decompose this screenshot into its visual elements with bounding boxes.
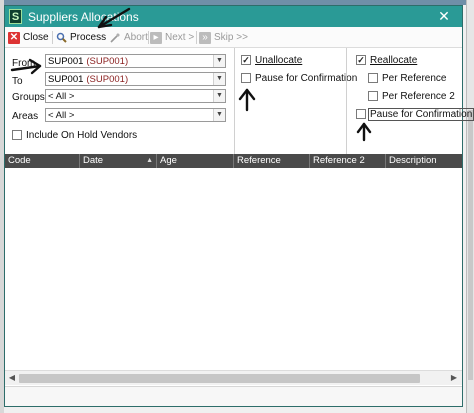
sort-ascending-icon: ▲ [146, 157, 153, 164]
status-bar [5, 386, 462, 406]
reallocate-checkbox[interactable]: ✓ [356, 55, 366, 65]
column-header-code[interactable]: Code [5, 154, 80, 168]
column-header-date[interactable]: Date ▲ [80, 154, 157, 168]
areas-value: < All > [48, 109, 75, 121]
chevron-down-icon[interactable]: ▼ [213, 90, 225, 102]
reallocate-label: Reallocate [370, 55, 418, 66]
grid-header: Code Date ▲ Age Reference Reference 2 De… [5, 154, 462, 168]
check-icon: ✓ [357, 55, 365, 65]
title-bar[interactable]: S Suppliers Allocations ✕ [5, 6, 462, 27]
column-header-date-label: Date [83, 155, 104, 166]
to-label: To [12, 76, 23, 87]
include-on-hold-checkbox[interactable] [12, 130, 22, 140]
column-header-reference-2[interactable]: Reference 2 [310, 154, 386, 168]
unallocate-checkbox[interactable]: ✓ [241, 55, 251, 65]
column-header-description[interactable]: Description [386, 154, 462, 168]
pause-confirmation-reallocate-label: Pause for Confirmation [368, 108, 474, 121]
app-icon: S [9, 9, 22, 24]
column-header-reference[interactable]: Reference [234, 154, 310, 168]
window-title: Suppliers Allocations [28, 10, 139, 24]
next-icon: ▸ [150, 31, 162, 44]
from-supplier-select[interactable]: SUP001 (SUP001) ▼ [45, 54, 226, 68]
areas-select[interactable]: < All > ▼ [45, 108, 226, 122]
to-supplier-select[interactable]: SUP001 (SUP001) ▼ [45, 72, 226, 86]
areas-label: Areas [12, 111, 39, 122]
skip-icon: » [199, 31, 211, 44]
panel-divider [346, 48, 347, 154]
skip-button-label: Skip >> [214, 32, 248, 43]
chevron-down-icon[interactable]: ▼ [213, 73, 225, 85]
unallocate-label: Unallocate [255, 55, 303, 66]
per-reference-label: Per Reference [382, 73, 447, 84]
to-supplier-code: SUP001 [48, 73, 84, 85]
scroll-right-icon[interactable]: ▶ [448, 372, 460, 384]
pause-confirmation-unallocate-label: Pause for Confirmation [255, 73, 358, 84]
skip-button[interactable]: » Skip >> [199, 30, 248, 45]
column-header-age[interactable]: Age [157, 154, 234, 168]
per-reference-2-label: Per Reference 2 [382, 91, 455, 102]
per-reference-checkbox[interactable] [368, 73, 378, 83]
toolbar-divider [196, 31, 197, 44]
from-supplier-name: (SUP001) [86, 55, 129, 67]
abort-icon [109, 32, 121, 44]
groups-label: Groups [12, 92, 45, 103]
process-button[interactable]: Process [55, 30, 106, 45]
check-icon: ✓ [242, 55, 250, 65]
suppliers-allocations-window: S Suppliers Allocations ✕ ✕ Close Proces… [4, 5, 474, 407]
toolbar: ✕ Close Process Abort ▸ Next > » Skip >> [5, 27, 462, 48]
to-supplier-name: (SUP001) [86, 73, 129, 85]
per-reference-2-checkbox[interactable] [368, 91, 378, 101]
groups-value: < All > [48, 90, 75, 102]
window-close-button[interactable]: ✕ [435, 8, 453, 25]
magnifier-icon [55, 32, 67, 44]
horizontal-scrollbar[interactable]: ◀ ▶ [5, 370, 462, 385]
toolbar-divider [148, 31, 149, 44]
toolbar-divider [52, 31, 53, 44]
include-on-hold-label: Include On Hold Vendors [26, 130, 138, 141]
next-button[interactable]: ▸ Next > [150, 30, 194, 45]
groups-select[interactable]: < All > ▼ [45, 89, 226, 103]
abort-button-label: Abort [124, 32, 148, 43]
scroll-left-icon[interactable]: ◀ [6, 372, 18, 384]
from-supplier-code: SUP001 [48, 55, 84, 67]
pause-confirmation-unallocate-checkbox[interactable] [241, 73, 251, 83]
allocations-grid[interactable]: Code Date ▲ Age Reference Reference 2 De… [5, 154, 462, 370]
abort-button[interactable]: Abort [109, 30, 148, 45]
close-button-label: Close [23, 32, 49, 43]
scrollbar-thumb[interactable] [19, 374, 420, 383]
background-scrollbar-thumb[interactable] [468, 110, 473, 380]
close-icon: ✕ [8, 31, 20, 44]
background-scrollbar[interactable] [466, 0, 474, 413]
process-button-label: Process [70, 32, 107, 43]
close-button[interactable]: ✕ Close [8, 30, 49, 45]
chevron-down-icon[interactable]: ▼ [213, 55, 225, 67]
from-label: From [12, 58, 36, 69]
next-button-label: Next > [165, 32, 195, 43]
pause-confirmation-reallocate-checkbox[interactable] [356, 109, 366, 119]
chevron-down-icon[interactable]: ▼ [213, 109, 225, 121]
panel-divider [234, 48, 235, 154]
